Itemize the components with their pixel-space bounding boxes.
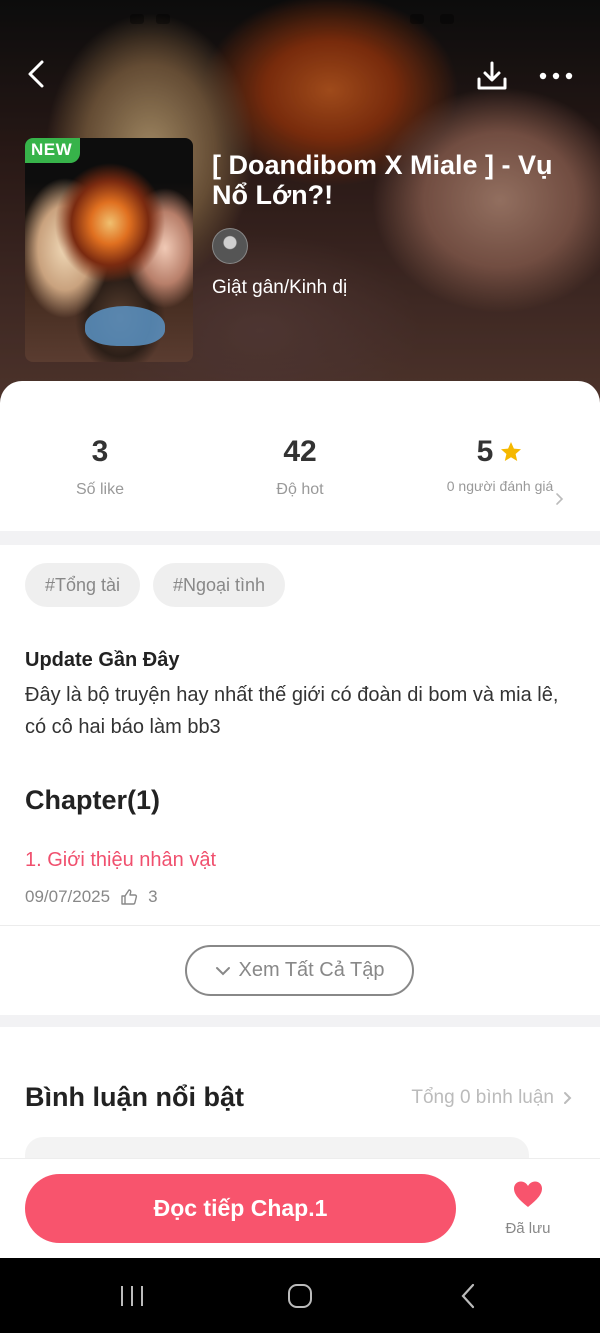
stat-rating[interactable]: 5 0 người đánh giá: [400, 435, 600, 496]
home-button[interactable]: [270, 1276, 330, 1316]
thumbs-up-icon: [121, 889, 138, 905]
stat-likes: 3 Số like: [0, 435, 200, 499]
hot-label: Độ hot: [276, 481, 324, 498]
download-button[interactable]: [472, 56, 512, 96]
stats-card: 3 Số like 42 Độ hot 5 0 người đánh giá: [0, 381, 600, 531]
chevron-down-icon: [215, 966, 230, 975]
stat-hot: 42 Độ hot: [200, 435, 400, 499]
update-title: Update Gần Đây: [25, 649, 180, 671]
hot-count: 42: [283, 435, 317, 468]
save-label: Đã lưu: [505, 1220, 551, 1237]
star-icon: [501, 442, 522, 461]
rating-value-row: 5: [400, 435, 600, 469]
status-bar: [120, 14, 500, 28]
download-icon: [477, 61, 507, 90]
view-all-chapters-button[interactable]: Xem Tất Cả Tập: [185, 945, 414, 996]
story-details: #Tổng tài #Ngoại tình Update Gần Đây Đây…: [0, 545, 600, 1015]
bottom-action-bar: Đọc tiếp Chap.1 Đã lưu: [0, 1158, 600, 1258]
new-badge: NEW: [25, 138, 81, 163]
story-title: [ Doandibom X Miale ] - Vụ Nổ Lớn?!: [212, 150, 553, 210]
view-all-label: Xem Tất Cả Tập: [238, 959, 385, 981]
comments-total: Tổng 0 bình luận: [411, 1087, 554, 1108]
chevron-right-icon: [556, 493, 564, 505]
chevron-left-icon: [28, 60, 44, 88]
system-back-button[interactable]: [438, 1276, 498, 1316]
rating-label: 0 người đánh giá: [446, 478, 554, 494]
chapter-heading: Chapter(1): [25, 785, 161, 815]
comments-total-link[interactable]: Tổng 0 bình luận: [411, 1087, 572, 1109]
heart-icon: [514, 1181, 542, 1207]
more-horizontal-icon: [539, 72, 573, 80]
likes-label: Số like: [75, 481, 125, 498]
rating-value: 5: [476, 435, 494, 468]
chapter-link[interactable]: 1. Giới thiệu nhân vật: [25, 849, 216, 872]
recent-apps-icon: [121, 1286, 143, 1306]
back-button[interactable]: [18, 56, 54, 92]
save-button[interactable]: Đã lưu: [496, 1179, 560, 1237]
recent-apps-button[interactable]: [102, 1276, 162, 1316]
comments-title: Bình luận nổi bật: [25, 1082, 244, 1112]
divider: [0, 925, 600, 926]
cover-art-detail: [85, 306, 165, 346]
more-options-button[interactable]: [534, 58, 578, 94]
story-cover[interactable]: NEW: [25, 138, 193, 362]
home-icon: [288, 1284, 312, 1308]
update-text: Đây là bộ truyện hay nhất thế giới có đo…: [25, 684, 559, 738]
likes-count: 3: [91, 435, 109, 468]
back-arrow-icon: [461, 1283, 475, 1309]
chapter-likes: 3: [148, 887, 158, 906]
continue-reading-button[interactable]: Đọc tiếp Chap.1: [25, 1174, 456, 1243]
story-genre[interactable]: Giật gân/Kinh dị: [212, 277, 347, 299]
chapter-date: 09/07/2025: [25, 887, 111, 906]
tag-chip[interactable]: #Ngoại tình: [153, 563, 286, 607]
system-nav-bar: [0, 1258, 600, 1333]
tag-chip[interactable]: #Tổng tài: [25, 563, 141, 607]
chapter-meta: 09/07/2025 3: [25, 887, 158, 907]
author-avatar[interactable]: [212, 228, 248, 264]
chevron-right-icon: [564, 1092, 572, 1104]
